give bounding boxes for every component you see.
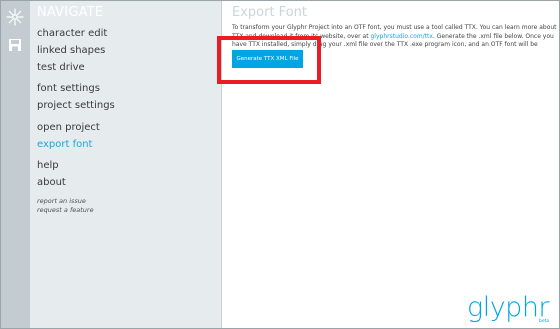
export-font-page: Export Font To transform your Glyphr Pro… bbox=[222, 0, 560, 329]
nav-title: NAVIGATE bbox=[37, 5, 104, 20]
ttx-link[interactable]: glyphrstudio.com/ttx bbox=[371, 33, 433, 40]
app-window: NAVIGATE character edit linked shapes te… bbox=[0, 0, 560, 329]
page-title: Export Font bbox=[232, 5, 307, 20]
svg-text:glyphr: glyphr bbox=[467, 292, 550, 323]
glyphr-star-icon[interactable] bbox=[0, 8, 30, 26]
request-feature-link[interactable]: request a feature bbox=[37, 206, 94, 214]
generate-ttx-xml-button[interactable]: Generate TTX XML File bbox=[232, 50, 303, 68]
save-icon[interactable] bbox=[0, 38, 30, 52]
nav-item-open-project[interactable]: open project bbox=[37, 122, 100, 133]
nav-item-font-settings[interactable]: font settings bbox=[37, 83, 100, 94]
svg-text:beta: beta bbox=[539, 318, 549, 324]
nav-item-linked-shapes[interactable]: linked shapes bbox=[37, 45, 105, 56]
nav-item-help[interactable]: help bbox=[37, 160, 59, 171]
glyphr-logo: glyphr beta bbox=[467, 292, 553, 328]
nav-item-character-edit[interactable]: character edit bbox=[37, 28, 107, 39]
nav-item-test-drive[interactable]: test drive bbox=[37, 62, 85, 73]
icon-rail bbox=[0, 0, 30, 329]
navigate-panel: NAVIGATE character edit linked shapes te… bbox=[30, 0, 222, 329]
nav-item-project-settings[interactable]: project settings bbox=[37, 100, 115, 111]
nav-item-about[interactable]: about bbox=[37, 177, 66, 188]
report-issue-link[interactable]: report an issue bbox=[37, 197, 86, 205]
nav-item-export-font[interactable]: export font bbox=[37, 139, 92, 150]
